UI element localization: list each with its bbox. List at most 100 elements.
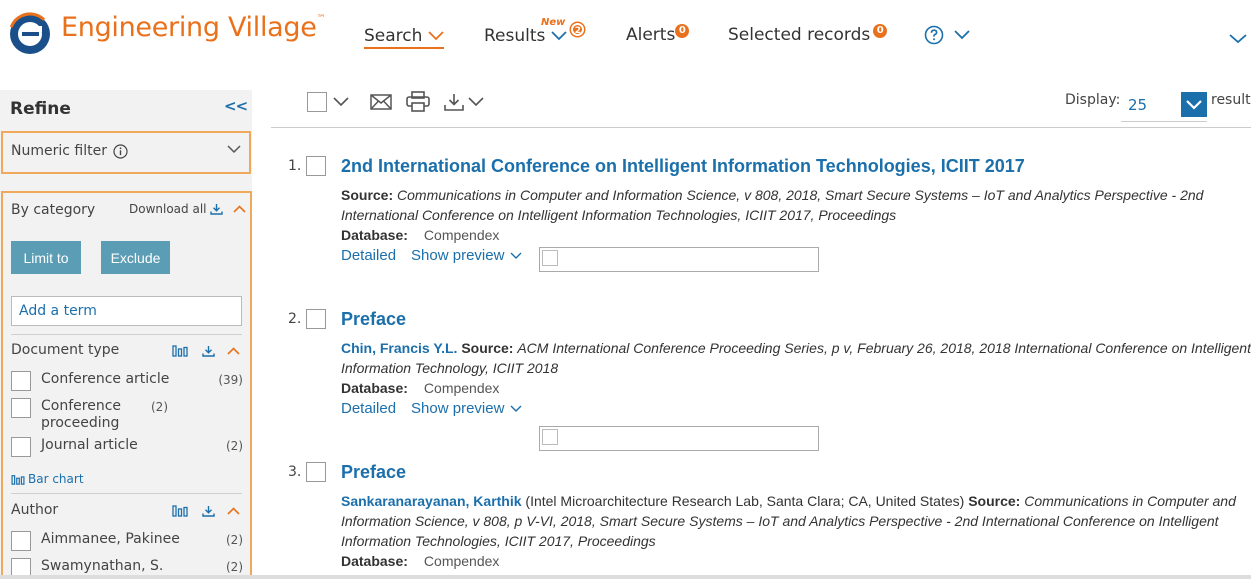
result-title-link[interactable]: Preface [341, 462, 406, 483]
alerts-count-badge: 0 [675, 24, 690, 38]
nav-alerts[interactable]: Alerts 0 [626, 24, 690, 45]
facet-checkbox[interactable] [11, 398, 31, 418]
facet-item[interactable]: Journal article (2) [11, 437, 243, 457]
results-count-badge: 2 [571, 22, 585, 36]
results-per-page-label: results [1211, 92, 1251, 108]
download-icon[interactable] [444, 93, 464, 111]
result-source-cont: Information Technology, ICIIT 2018 [341, 360, 559, 376]
broken-image-icon [542, 250, 558, 266]
engineering-village-logo-icon[interactable] [8, 12, 52, 56]
nav-search[interactable]: Search [364, 26, 445, 49]
numeric-filter-label: Numeric filter [11, 143, 128, 159]
nav-selected-records[interactable]: Selected records 0 [728, 24, 888, 45]
nav-search-label: Search [364, 26, 423, 46]
author-link[interactable]: Sankaranarayanan, Karthik [341, 493, 522, 509]
result-checkbox[interactable] [306, 462, 326, 482]
print-icon[interactable] [406, 91, 430, 112]
horizontal-scrollbar[interactable] [0, 575, 1251, 579]
facet-checkbox[interactable] [11, 437, 31, 457]
divider [11, 493, 242, 494]
results-toolbar [307, 91, 484, 112]
result-actions: Detailed Show preview [341, 247, 522, 264]
show-preview-link[interactable]: Show preview [411, 247, 522, 264]
info-icon[interactable] [113, 143, 128, 159]
download-icon[interactable] [202, 505, 215, 517]
broken-image-placeholder [539, 247, 819, 272]
help-icon [924, 25, 944, 45]
result-source: Chin, Francis Y.L. Source: ACM Internati… [341, 340, 1251, 356]
help-menu[interactable] [918, 25, 970, 45]
result-number: 1. [288, 158, 302, 174]
broken-image-icon [542, 429, 558, 445]
chevron-down-icon[interactable] [333, 96, 349, 107]
facet-item[interactable]: Conference proceeding (2) [11, 398, 243, 432]
display-dropdown-button[interactable] [1181, 92, 1207, 117]
result-source-cont: Information Technologies, ICIIT 2017, Pr… [341, 533, 656, 549]
exclude-button[interactable]: Exclude [101, 241, 170, 274]
result-database: Database: Compendex [341, 553, 500, 569]
collapse-sidebar-button[interactable]: << [224, 97, 248, 115]
facet-checkbox[interactable] [11, 371, 31, 391]
download-all-button[interactable]: Download all [129, 202, 247, 216]
detailed-link[interactable]: Detailed [341, 400, 396, 417]
chevron-down-icon [1186, 100, 1202, 110]
chevron-down-icon[interactable] [227, 145, 241, 154]
result-source-cont: International Conference on Intelligent … [341, 207, 897, 223]
facet-item[interactable]: Conference article (39) [11, 371, 243, 391]
nav-results-label: Results [484, 26, 546, 46]
result-actions: Detailed Show preview [341, 400, 522, 417]
display-label: Display: [1065, 92, 1121, 108]
result-number: 3. [288, 464, 302, 480]
result-database: Database: Compendex [341, 380, 500, 396]
add-term-input[interactable] [11, 296, 242, 326]
bar-chart-link[interactable]: Bar chart [11, 472, 84, 486]
divider [271, 127, 1251, 128]
chevron-up-icon[interactable] [227, 347, 240, 355]
divider [11, 334, 242, 335]
account-chevron-down-icon[interactable] [1229, 34, 1247, 44]
detailed-link[interactable]: Detailed [341, 247, 396, 264]
author-title: Author [11, 502, 59, 518]
facet-item[interactable]: Aimmanee, Pakinee (2) [11, 531, 243, 551]
result-checkbox[interactable] [306, 309, 326, 329]
selected-count-badge: 0 [873, 24, 888, 38]
bar-chart-icon[interactable] [172, 504, 188, 517]
nav-results[interactable]: Results 2 [484, 22, 585, 46]
result-title-link[interactable]: 2nd International Conference on Intellig… [341, 156, 1025, 177]
result-number: 2. [288, 311, 302, 327]
chevron-down-icon [510, 405, 522, 412]
download-icon[interactable] [202, 345, 215, 357]
chevron-down-icon[interactable] [468, 96, 484, 107]
email-icon[interactable] [370, 93, 392, 110]
document-type-actions [172, 344, 215, 357]
result-source-cont: Information Science, v 808, p V-VI, 2018… [341, 513, 1219, 529]
result-source: Source: Communications in Computer and I… [341, 187, 1204, 203]
result-title-link[interactable]: Preface [341, 309, 406, 330]
result-database: Database: Compendex [341, 227, 500, 243]
chevron-down-icon [428, 31, 445, 41]
limit-to-button[interactable]: Limit to [11, 241, 81, 274]
document-type-title: Document type [11, 342, 120, 358]
broken-image-placeholder [539, 426, 819, 451]
logo-text[interactable]: Engineering Village™ [61, 12, 326, 43]
select-all-checkbox[interactable] [307, 91, 327, 112]
facet-checkbox[interactable] [11, 531, 31, 551]
result-checkbox[interactable] [306, 156, 326, 176]
bar-chart-icon [11, 474, 25, 485]
chevron-down-icon [510, 252, 522, 259]
show-preview-link[interactable]: Show preview [411, 400, 522, 417]
author-actions [172, 504, 215, 517]
bar-chart-icon[interactable] [172, 344, 188, 357]
chevron-down-icon [551, 31, 568, 41]
download-icon [210, 204, 224, 215]
chevron-down-icon [954, 30, 970, 40]
refine-title: Refine [10, 99, 71, 119]
result-source: Sankaranarayanan, Karthik (Intel Microar… [341, 493, 1236, 509]
author-link[interactable]: Chin, Francis Y.L. [341, 340, 457, 356]
nav-alerts-label: Alerts [626, 25, 676, 45]
chevron-up-icon[interactable] [233, 205, 247, 213]
chevron-up-icon[interactable] [227, 507, 240, 515]
display-count-value: 25 [1128, 96, 1148, 114]
nav-selected-label: Selected records [728, 25, 871, 45]
by-category-label: By category [11, 202, 96, 218]
